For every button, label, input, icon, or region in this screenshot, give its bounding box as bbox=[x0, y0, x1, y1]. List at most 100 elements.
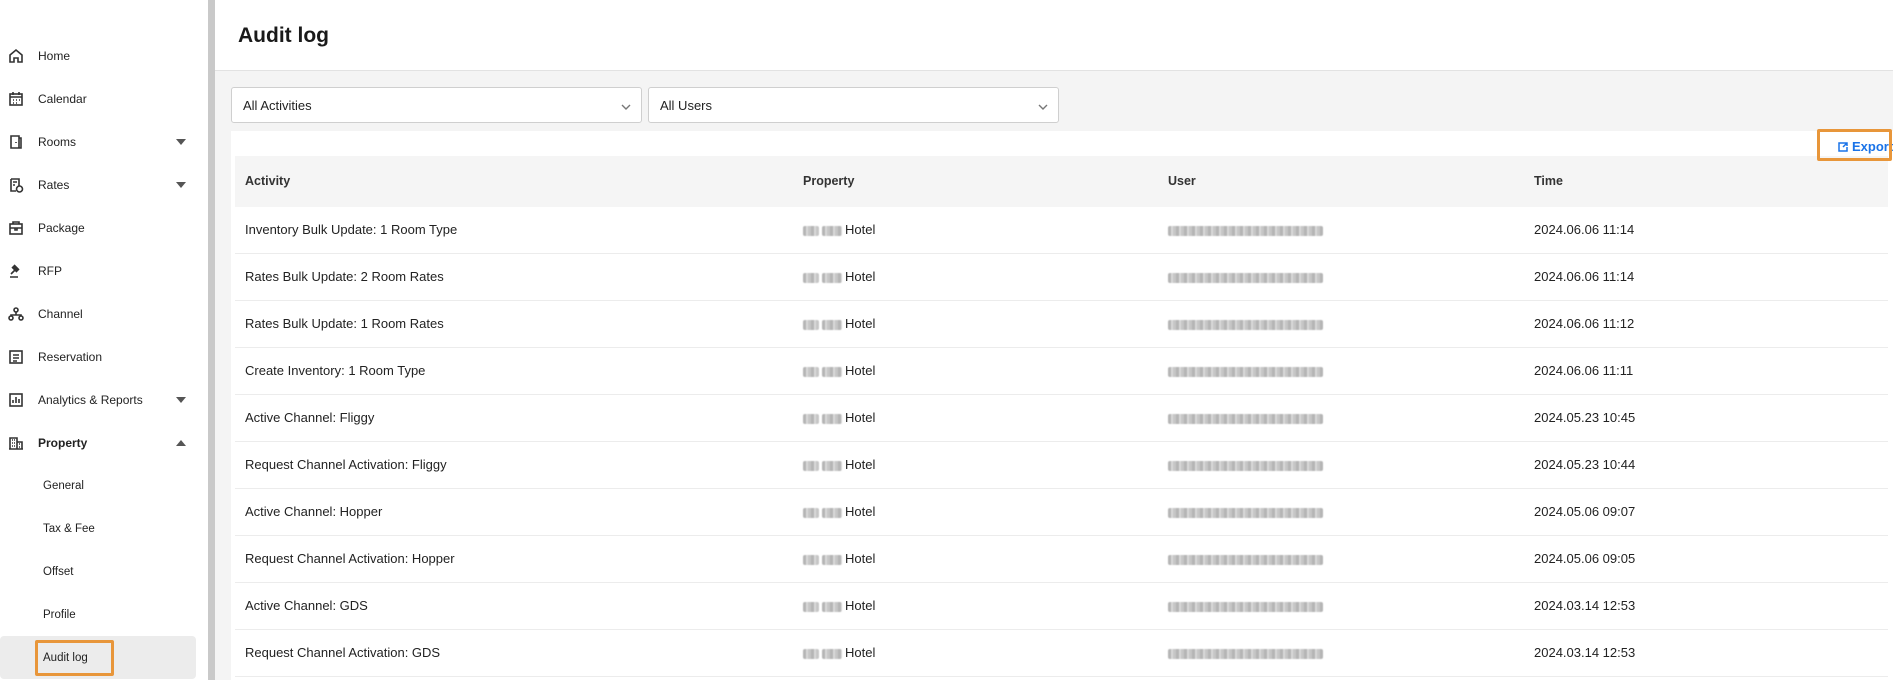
chevron-down-icon[interactable] bbox=[176, 181, 186, 188]
property-name-suffix: Hotel bbox=[845, 316, 876, 331]
user-cell bbox=[1168, 269, 1323, 284]
sidebar-subitem-profile[interactable]: Profile bbox=[0, 593, 208, 636]
sidebar-item-label: Analytics & Reports bbox=[38, 392, 143, 407]
redacted-text bbox=[1168, 366, 1323, 377]
user-filter-value: All Users bbox=[660, 98, 713, 113]
sidebar-subitem-general[interactable]: General bbox=[0, 464, 208, 507]
calendar-icon bbox=[8, 91, 24, 107]
redacted-text bbox=[1168, 272, 1323, 283]
time-cell: 2024.05.23 10:45 bbox=[1534, 410, 1636, 425]
sidebar-subitem-audit-log[interactable]: Audit log bbox=[0, 636, 196, 679]
chevron-down-icon[interactable] bbox=[176, 138, 186, 145]
table-row[interactable]: Request Channel Activation: Fliggy Hotel 2… bbox=[235, 442, 1888, 489]
redacted-text bbox=[803, 601, 819, 612]
sidebar: Home Calendar Rooms Rates Package RFP Ch… bbox=[0, 0, 208, 680]
user-cell bbox=[1168, 363, 1323, 378]
table-row[interactable]: Active Channel: Fliggy Hotel 2024.05.23 10… bbox=[235, 395, 1888, 442]
activity-cell: Create Inventory: 1 Room Type bbox=[245, 363, 426, 378]
activity-cell: Active Channel: GDS bbox=[245, 598, 368, 613]
table-row[interactable]: Rates Bulk Update: 2 Room Rates Hotel 2024… bbox=[235, 254, 1888, 301]
activity-cell: Request Channel Activation: Hopper bbox=[245, 551, 455, 566]
sidebar-item-analytics-reports[interactable]: Analytics & Reports bbox=[0, 378, 208, 421]
sidebar-item-home[interactable]: Home bbox=[0, 34, 208, 77]
sidebar-item-reservation[interactable]: Reservation bbox=[0, 335, 208, 378]
column-header-time[interactable]: Time bbox=[1534, 174, 1563, 188]
chevron-down-icon bbox=[1038, 99, 1048, 110]
sidebar-subitem-offset[interactable]: Offset bbox=[0, 550, 208, 593]
time-cell: 2024.06.06 11:14 bbox=[1534, 222, 1635, 237]
property-name-suffix: Hotel bbox=[845, 222, 876, 237]
activity-filter-select[interactable]: All Activities bbox=[231, 87, 642, 123]
chevron-down-icon bbox=[621, 99, 631, 110]
sidebar-item-channel[interactable]: Channel bbox=[0, 292, 208, 335]
reservation-icon bbox=[8, 349, 24, 365]
table-row[interactable]: Inventory Bulk Update: 1 Room Type Hotel 2… bbox=[235, 207, 1888, 254]
redacted-text bbox=[803, 272, 819, 283]
time-cell: 2024.06.06 11:14 bbox=[1534, 269, 1635, 284]
property-name-suffix: Hotel bbox=[845, 410, 876, 425]
property-cell: Hotel bbox=[803, 598, 875, 613]
audit-log-table: Activity Property User Time Inventory Bu… bbox=[235, 156, 1888, 677]
property-cell: Hotel bbox=[803, 551, 875, 566]
chevron-down-icon[interactable] bbox=[176, 396, 186, 403]
table-body: Inventory Bulk Update: 1 Room Type Hotel 2… bbox=[235, 207, 1888, 677]
main-content: Audit log All Activities All Users Expor… bbox=[215, 0, 1893, 680]
table-row[interactable]: Request Channel Activation: GDS Hotel 2024… bbox=[235, 630, 1888, 677]
sidebar-subitem-tax-fee[interactable]: Tax & Fee bbox=[0, 507, 208, 550]
property-name-suffix: Hotel bbox=[845, 457, 876, 472]
sidebar-item-rooms[interactable]: Rooms bbox=[0, 120, 208, 163]
column-header-activity[interactable]: Activity bbox=[245, 174, 290, 188]
user-cell bbox=[1168, 410, 1323, 425]
redacted-text bbox=[1168, 413, 1323, 424]
sidebar-subitem-label: Profile bbox=[43, 608, 76, 621]
redacted-text bbox=[822, 648, 842, 659]
sidebar-item-label: Home bbox=[38, 48, 71, 63]
sidebar-item-rfp[interactable]: RFP bbox=[0, 249, 208, 292]
table-row[interactable]: Active Channel: GDS Hotel 2024.03.14 12:53 bbox=[235, 583, 1888, 630]
sidebar-item-calendar[interactable]: Calendar bbox=[0, 77, 208, 120]
redacted-text bbox=[803, 225, 819, 236]
property-name-suffix: Hotel bbox=[845, 363, 876, 378]
property-name-suffix: Hotel bbox=[845, 504, 876, 519]
time-cell: 2024.05.06 09:05 bbox=[1534, 551, 1636, 566]
gavel-icon bbox=[8, 263, 24, 279]
rates-icon bbox=[8, 177, 24, 193]
chart-icon bbox=[8, 392, 24, 408]
time-cell: 2024.06.06 11:11 bbox=[1534, 363, 1634, 378]
user-filter-select[interactable]: All Users bbox=[648, 87, 1059, 123]
redacted-text bbox=[1168, 554, 1323, 565]
table-header: Activity Property User Time bbox=[235, 156, 1888, 207]
property-cell: Hotel bbox=[803, 316, 875, 331]
page-title: Audit log bbox=[238, 24, 329, 47]
network-icon bbox=[8, 306, 24, 322]
property-cell: Hotel bbox=[803, 222, 875, 237]
door-icon bbox=[8, 134, 24, 150]
redacted-text bbox=[822, 554, 842, 565]
sidebar-item-property[interactable]: Property bbox=[0, 421, 208, 464]
export-button[interactable]: Export bbox=[1832, 135, 1893, 158]
column-header-property[interactable]: Property bbox=[803, 174, 854, 188]
redacted-text bbox=[822, 507, 842, 518]
export-label: Export bbox=[1852, 139, 1893, 154]
redacted-text bbox=[803, 648, 819, 659]
activity-cell: Request Channel Activation: Fliggy bbox=[245, 457, 447, 472]
sidebar-scrollbar[interactable] bbox=[208, 0, 215, 680]
table-row[interactable]: Request Channel Activation: Hopper Hotel 2… bbox=[235, 536, 1888, 583]
table-row[interactable]: Active Channel: Hopper Hotel 2024.05.06 09… bbox=[235, 489, 1888, 536]
sidebar-subitem-label: Offset bbox=[43, 565, 74, 578]
redacted-text bbox=[1168, 601, 1323, 612]
sidebar-item-label: Channel bbox=[38, 306, 83, 321]
sidebar-item-label: Property bbox=[38, 435, 88, 450]
time-cell: 2024.03.14 12:53 bbox=[1534, 598, 1636, 613]
column-header-user[interactable]: User bbox=[1168, 174, 1196, 188]
sidebar-item-package[interactable]: Package bbox=[0, 206, 208, 249]
table-row[interactable]: Create Inventory: 1 Room Type Hotel 2024.0… bbox=[235, 348, 1888, 395]
redacted-text bbox=[822, 319, 842, 330]
table-row[interactable]: Rates Bulk Update: 1 Room Rates Hotel 2024… bbox=[235, 301, 1888, 348]
user-cell bbox=[1168, 551, 1323, 566]
activity-cell: Rates Bulk Update: 2 Room Rates bbox=[245, 269, 444, 284]
redacted-text bbox=[803, 507, 819, 518]
sidebar-item-rates[interactable]: Rates bbox=[0, 163, 208, 206]
redacted-text bbox=[822, 460, 842, 471]
chevron-up-icon[interactable] bbox=[176, 439, 186, 446]
